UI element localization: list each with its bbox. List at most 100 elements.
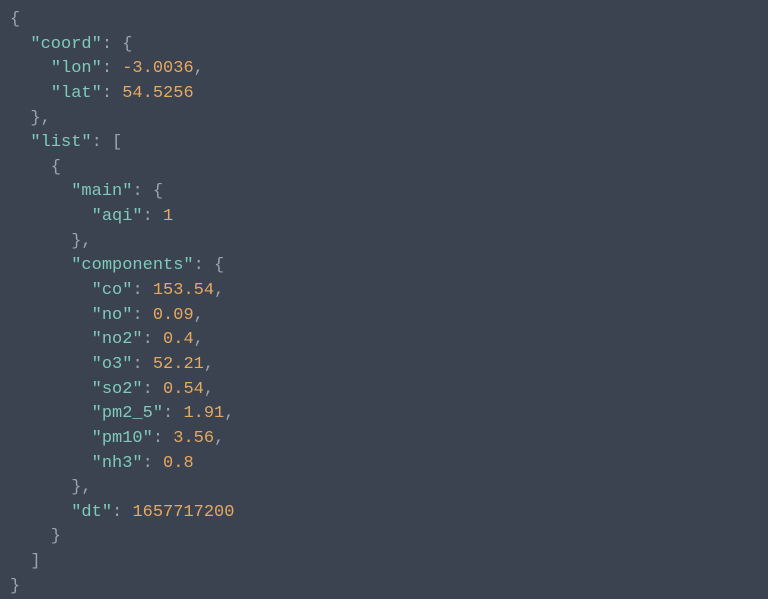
code-line: } bbox=[10, 525, 758, 550]
code-line: { bbox=[10, 8, 758, 33]
code-line: "pm2_5": 1.91, bbox=[10, 402, 758, 427]
json-key: "o3" bbox=[92, 355, 133, 374]
json-punct: , bbox=[214, 429, 224, 448]
code-line: ] bbox=[10, 550, 758, 575]
json-punct: : bbox=[143, 207, 163, 226]
json-punct: , bbox=[194, 306, 204, 325]
json-punct bbox=[10, 503, 71, 522]
code-line: }, bbox=[10, 476, 758, 501]
json-key: "coord" bbox=[30, 35, 101, 54]
json-number: 0.4 bbox=[163, 330, 194, 349]
json-punct: : bbox=[132, 281, 152, 300]
code-line: "pm10": 3.56, bbox=[10, 427, 758, 452]
json-number: 52.21 bbox=[153, 355, 204, 374]
json-key: "main" bbox=[71, 182, 132, 201]
json-punct: , bbox=[204, 355, 214, 374]
json-punct: : bbox=[163, 404, 183, 423]
json-punct bbox=[10, 84, 51, 103]
code-line: "so2": 0.54, bbox=[10, 378, 758, 403]
json-key: "pm2_5" bbox=[92, 404, 163, 423]
json-number: 0.8 bbox=[163, 454, 194, 473]
json-key: "no2" bbox=[92, 330, 143, 349]
json-punct bbox=[10, 256, 71, 275]
json-punct bbox=[10, 404, 92, 423]
json-punct: , bbox=[214, 281, 224, 300]
json-punct bbox=[10, 330, 92, 349]
json-key: "lon" bbox=[51, 59, 102, 78]
json-punct: : bbox=[132, 306, 152, 325]
json-punct: } bbox=[10, 577, 20, 596]
json-number: 1.91 bbox=[183, 404, 224, 423]
code-line: { bbox=[10, 156, 758, 181]
code-line: "lat": 54.5256 bbox=[10, 82, 758, 107]
json-number: 1 bbox=[163, 207, 173, 226]
json-key: "co" bbox=[92, 281, 133, 300]
json-punct bbox=[10, 355, 92, 374]
json-punct bbox=[10, 306, 92, 325]
code-line: "no": 0.09, bbox=[10, 304, 758, 329]
json-key: "aqi" bbox=[92, 207, 143, 226]
json-number: 0.54 bbox=[163, 380, 204, 399]
json-key: "components" bbox=[71, 256, 193, 275]
json-punct bbox=[10, 133, 30, 152]
json-number: -3.0036 bbox=[122, 59, 193, 78]
code-line: "aqi": 1 bbox=[10, 205, 758, 230]
json-punct: { bbox=[10, 10, 20, 29]
json-punct bbox=[10, 454, 92, 473]
json-punct bbox=[10, 35, 30, 54]
json-key: "pm10" bbox=[92, 429, 153, 448]
json-punct bbox=[10, 207, 92, 226]
json-punct: : { bbox=[132, 182, 163, 201]
json-key: "nh3" bbox=[92, 454, 143, 473]
code-line: "list": [ bbox=[10, 131, 758, 156]
json-number: 153.54 bbox=[153, 281, 214, 300]
json-punct bbox=[10, 182, 71, 201]
code-line: }, bbox=[10, 230, 758, 255]
code-line: } bbox=[10, 575, 758, 599]
json-punct: : [ bbox=[92, 133, 123, 152]
json-punct: } bbox=[10, 527, 61, 546]
json-punct: }, bbox=[10, 232, 92, 251]
code-line: "lon": -3.0036, bbox=[10, 57, 758, 82]
json-number: 54.5256 bbox=[122, 84, 193, 103]
json-key: "list" bbox=[30, 133, 91, 152]
json-number: 0.09 bbox=[153, 306, 194, 325]
json-punct: { bbox=[10, 158, 61, 177]
code-line: }, bbox=[10, 107, 758, 132]
json-punct: , bbox=[204, 380, 214, 399]
json-key: "no" bbox=[92, 306, 133, 325]
json-key: "lat" bbox=[51, 84, 102, 103]
json-number: 1657717200 bbox=[132, 503, 234, 522]
json-punct: : { bbox=[102, 35, 133, 54]
code-line: "o3": 52.21, bbox=[10, 353, 758, 378]
code-line: "main": { bbox=[10, 180, 758, 205]
code-line: "dt": 1657717200 bbox=[10, 501, 758, 526]
json-punct: : bbox=[112, 503, 132, 522]
json-punct: : bbox=[143, 454, 163, 473]
json-punct: : bbox=[102, 59, 122, 78]
json-number: 3.56 bbox=[173, 429, 214, 448]
code-line: "no2": 0.4, bbox=[10, 328, 758, 353]
json-punct: }, bbox=[10, 478, 92, 497]
json-punct: , bbox=[194, 59, 204, 78]
json-punct: : bbox=[143, 380, 163, 399]
json-punct: : bbox=[153, 429, 173, 448]
json-punct: }, bbox=[10, 109, 51, 128]
json-key: "dt" bbox=[71, 503, 112, 522]
code-line: "components": { bbox=[10, 254, 758, 279]
json-punct bbox=[10, 429, 92, 448]
json-punct bbox=[10, 281, 92, 300]
json-punct: : bbox=[143, 330, 163, 349]
json-punct: : { bbox=[194, 256, 225, 275]
json-punct: ] bbox=[10, 552, 41, 571]
json-punct: : bbox=[102, 84, 122, 103]
json-code-block: { "coord": { "lon": -3.0036, "lat": 54.5… bbox=[10, 8, 758, 599]
code-line: "co": 153.54, bbox=[10, 279, 758, 304]
code-line: "nh3": 0.8 bbox=[10, 452, 758, 477]
json-punct bbox=[10, 59, 51, 78]
json-punct bbox=[10, 380, 92, 399]
json-key: "so2" bbox=[92, 380, 143, 399]
json-punct: : bbox=[132, 355, 152, 374]
json-punct: , bbox=[194, 330, 204, 349]
json-punct: , bbox=[224, 404, 234, 423]
